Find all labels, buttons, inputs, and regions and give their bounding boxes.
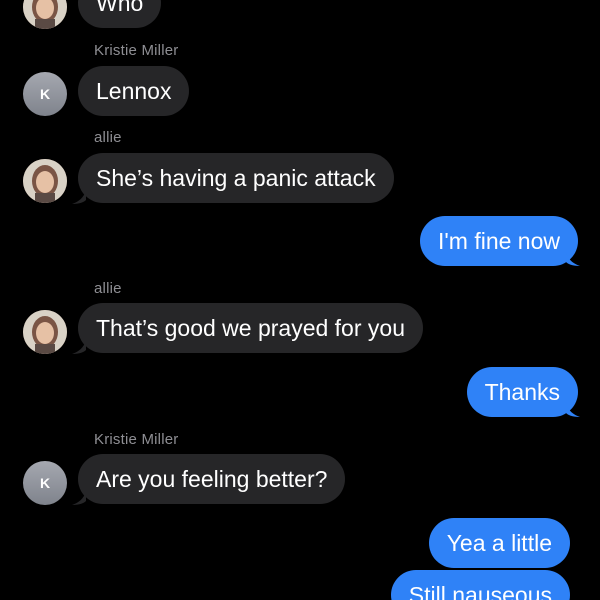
message-bubble-incoming[interactable]: That’s good we prayed for you (78, 303, 423, 353)
kristie-miller-avatar[interactable]: K (23, 72, 67, 116)
portrait-image (23, 0, 67, 29)
message-text: Thanks (484, 379, 560, 405)
allie-avatar[interactable] (23, 0, 67, 29)
message-text: Yea a little (446, 530, 552, 556)
kristie-miller-avatar[interactable]: K (23, 461, 67, 505)
message-thread: Who Kristie Miller K Lennox allie She’s … (0, 0, 600, 600)
message-bubble-incoming[interactable]: Lennox (78, 66, 190, 116)
bubble-tail (72, 340, 86, 354)
sender-name: Kristie Miller (94, 42, 179, 59)
allie-avatar[interactable] (23, 159, 67, 203)
avatar-initial: K (39, 475, 51, 491)
message-bubble-outgoing[interactable]: I'm fine now (420, 216, 578, 266)
message-text: Still nauseous (408, 582, 552, 600)
avatar-initial: K (39, 86, 51, 102)
message-text: She’s having a panic attack (96, 165, 376, 191)
portrait-image (23, 159, 67, 203)
sender-name: Kristie Miller (94, 431, 179, 448)
message-bubble-incoming[interactable]: Are you feeling better? (78, 454, 346, 504)
message-text: Lennox (96, 78, 172, 104)
bubble-tail (72, 190, 86, 204)
sender-name: allie (94, 129, 122, 146)
bubble-tail (72, 491, 86, 505)
allie-avatar[interactable] (23, 310, 67, 354)
sender-name: allie (94, 280, 122, 297)
bubble-tail (566, 403, 580, 417)
message-bubble-outgoing[interactable]: Yea a little (428, 518, 570, 568)
message-bubble-incoming[interactable]: Who (78, 0, 162, 28)
message-bubble-incoming[interactable]: She’s having a panic attack (78, 153, 394, 203)
message-bubble-outgoing[interactable]: Thanks (466, 367, 578, 417)
portrait-image (23, 310, 67, 354)
message-text: That’s good we prayed for you (96, 315, 405, 341)
message-text: I'm fine now (438, 228, 560, 254)
message-text: Are you feeling better? (96, 466, 328, 492)
message-bubble-outgoing[interactable]: Still nauseous (390, 570, 570, 600)
bubble-tail (566, 252, 580, 266)
message-text: Who (96, 0, 144, 16)
